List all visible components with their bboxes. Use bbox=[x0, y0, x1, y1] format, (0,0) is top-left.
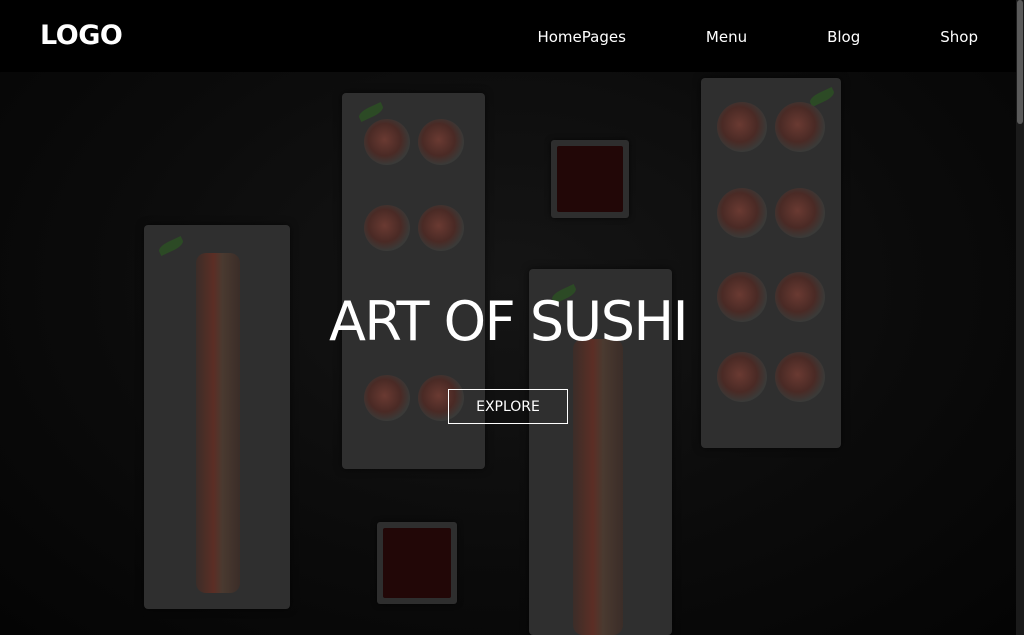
sushi-piece bbox=[717, 102, 767, 152]
plate-left bbox=[144, 225, 290, 609]
logo[interactable]: LOGO bbox=[40, 20, 123, 51]
sushi-piece bbox=[717, 352, 767, 402]
sushi-piece bbox=[364, 119, 410, 165]
soy-sauce-dish-top bbox=[551, 140, 629, 218]
sushi-piece bbox=[775, 352, 825, 402]
sushi-piece bbox=[775, 102, 825, 152]
page: LOGO HomePages Menu Blog Shop ART OF SUS… bbox=[0, 0, 1024, 635]
main-nav: HomePages Menu Blog Shop bbox=[537, 28, 978, 46]
sushi-piece bbox=[364, 205, 410, 251]
sushi-roll bbox=[573, 339, 623, 635]
site-header: LOGO HomePages Menu Blog Shop bbox=[0, 0, 1016, 72]
nav-link-homepages[interactable]: HomePages bbox=[537, 28, 625, 46]
nav-link-menu[interactable]: Menu bbox=[706, 28, 747, 46]
sushi-piece bbox=[364, 375, 410, 421]
explore-button[interactable]: EXPLORE bbox=[448, 389, 568, 424]
hero-title: ART OF SUSHI bbox=[328, 290, 689, 353]
sushi-piece bbox=[418, 205, 464, 251]
sushi-piece bbox=[775, 188, 825, 238]
scrollbar[interactable] bbox=[1016, 0, 1024, 635]
nav-link-shop[interactable]: Shop bbox=[940, 28, 978, 46]
plate-right bbox=[701, 78, 841, 448]
nav-link-blog[interactable]: Blog bbox=[827, 28, 860, 46]
soy-sauce-dish-bottom bbox=[377, 522, 457, 604]
leaf-garnish bbox=[808, 86, 836, 108]
scrollbar-thumb[interactable] bbox=[1017, 0, 1023, 124]
leaf-garnish bbox=[157, 235, 185, 257]
sushi-piece bbox=[418, 119, 464, 165]
sushi-piece bbox=[717, 188, 767, 238]
